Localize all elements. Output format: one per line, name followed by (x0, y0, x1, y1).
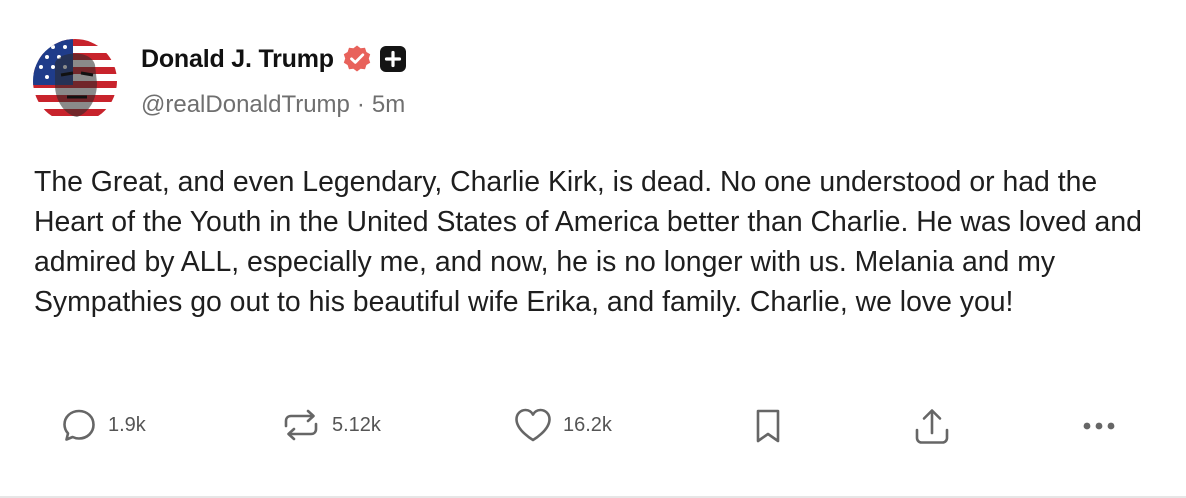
heart-icon (513, 406, 553, 444)
reply-icon (60, 406, 98, 444)
share-icon (912, 406, 952, 448)
avatar[interactable] (33, 39, 117, 123)
like-count: 16.2k (563, 413, 612, 436)
author-row: Donald J. Trump (141, 42, 406, 76)
post-timestamp[interactable]: 5m (372, 91, 405, 119)
post-card: Donald J. Trump @realDonaldTrump · 5m Th… (0, 0, 1186, 498)
share-button[interactable] (912, 406, 952, 448)
verified-badge-icon (342, 44, 372, 74)
like-button[interactable]: 16.2k (513, 406, 612, 444)
avatar-image (33, 39, 117, 123)
more-icon (1078, 406, 1122, 446)
display-name[interactable]: Donald J. Trump (141, 45, 334, 74)
repost-icon (280, 406, 322, 444)
reply-count: 1.9k (108, 413, 146, 436)
repost-button[interactable]: 5.12k (280, 406, 381, 444)
meta-separator: · (356, 91, 365, 118)
repost-count: 5.12k (332, 413, 381, 436)
bookmark-button[interactable] (750, 406, 786, 446)
post-meta: @realDonaldTrump · 5m (141, 91, 405, 119)
action-bar: 1.9k 5.12k 16.2k (0, 400, 1186, 452)
bookmark-icon (750, 406, 786, 446)
reply-button[interactable]: 1.9k (60, 406, 146, 444)
more-options-button[interactable] (1078, 406, 1122, 446)
author-handle[interactable]: @realDonaldTrump (141, 91, 350, 119)
plus-badge-icon (379, 46, 406, 72)
post-body: The Great, and even Legendary, Charlie K… (34, 166, 1142, 318)
